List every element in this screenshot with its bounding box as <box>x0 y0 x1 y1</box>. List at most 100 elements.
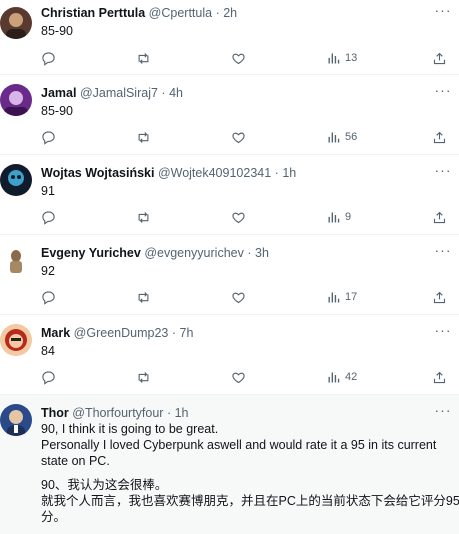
reply-header: Christian Perttula @Cperttula · 2h <box>41 4 237 22</box>
like-icon <box>232 292 245 303</box>
author-name[interactable]: Evgeny Yurichev <box>41 246 141 260</box>
share-icon <box>433 131 446 143</box>
views-button[interactable]: 42 <box>326 367 357 387</box>
timestamp[interactable]: 1h <box>175 406 189 420</box>
reply-text-line: 分。 <box>41 510 67 524</box>
reply-text: 84 <box>41 343 55 359</box>
retweet-icon <box>138 52 149 64</box>
reply-header: Evgeny Yurichev @evgenyyurichev · 3h <box>41 244 269 262</box>
author-handle[interactable]: @Cperttula <box>149 6 212 20</box>
retweet-button[interactable] <box>136 48 151 68</box>
like-icon <box>232 372 245 383</box>
retweet-icon <box>138 291 149 303</box>
author-name[interactable]: Mark <box>41 326 70 340</box>
reply-header: Thor @Thorfourtyfour · 1h <box>41 404 189 422</box>
reply-item[interactable]: Mark @GreenDump23 · 7h ··· 84 42 <box>0 315 459 395</box>
views-icon <box>328 53 340 63</box>
reply-item[interactable]: Jamal @JamalSiraj7 · 4h ··· 85-90 56 <box>0 75 459 155</box>
reply-text-line: 84 <box>41 344 55 358</box>
views-button[interactable]: 9 <box>326 207 351 227</box>
timestamp[interactable]: 3h <box>255 246 269 260</box>
views-button[interactable]: 13 <box>326 48 357 68</box>
author-handle[interactable]: @GreenDump23 <box>74 326 169 340</box>
replies-feed: Christian Perttula @Cperttula · 2h ··· 8… <box>0 0 459 534</box>
share-button[interactable] <box>432 127 447 147</box>
author-handle[interactable]: @Thorfourtyfour <box>72 406 163 420</box>
author-handle[interactable]: @JamalSiraj7 <box>80 86 158 100</box>
like-button[interactable] <box>231 48 246 68</box>
views-count: 17 <box>345 291 358 303</box>
reply-button[interactable] <box>41 287 56 307</box>
author-name[interactable]: Christian Perttula <box>41 6 145 20</box>
reply-header: Jamal @JamalSiraj7 · 4h <box>41 84 183 102</box>
share-icon <box>433 291 446 303</box>
author-name[interactable]: Wojtas Wojtasiński <box>41 166 154 180</box>
retweet-button[interactable] <box>136 127 151 147</box>
reply-button[interactable] <box>41 48 56 68</box>
more-horizontal-icon[interactable]: ··· <box>433 83 453 101</box>
avatar[interactable] <box>0 324 32 356</box>
more-horizontal-icon[interactable]: ··· <box>433 403 453 421</box>
reply-icon <box>42 370 55 385</box>
retweet-button[interactable] <box>136 367 151 387</box>
avatar[interactable] <box>0 84 32 116</box>
author-handle[interactable]: @evgenyyurichev <box>144 246 244 260</box>
reply-button[interactable] <box>41 127 56 147</box>
avatar[interactable] <box>0 7 32 39</box>
reply-text: 85-90 <box>41 103 73 119</box>
separator-dot: · <box>247 246 252 260</box>
views-icon <box>328 212 340 222</box>
separator-dot: · <box>274 166 279 180</box>
reply-header: Wojtas Wojtasiński @Wojtek409102341 · 1h <box>41 164 296 182</box>
share-icon <box>433 371 446 383</box>
reply-text: 91 <box>41 183 55 199</box>
views-button[interactable]: 17 <box>326 287 357 307</box>
timestamp[interactable]: 4h <box>169 86 183 100</box>
more-horizontal-icon[interactable]: ··· <box>433 243 453 261</box>
timestamp[interactable]: 2h <box>223 6 237 20</box>
more-horizontal-icon[interactable]: ··· <box>433 163 453 181</box>
retweet-button[interactable] <box>136 287 151 307</box>
timestamp[interactable]: 1h <box>282 166 296 180</box>
like-icon <box>232 212 245 223</box>
share-button[interactable] <box>432 367 447 387</box>
views-count: 13 <box>345 52 358 64</box>
more-horizontal-icon[interactable]: ··· <box>433 3 453 21</box>
author-handle[interactable]: @Wojtek409102341 <box>158 166 271 180</box>
reply-button[interactable] <box>41 207 56 227</box>
like-button[interactable] <box>231 367 246 387</box>
reply-text-line: 就我个人而言，我也喜欢赛博朋克，并且在PC上的当前状态下会给它评分95 <box>41 494 459 508</box>
more-horizontal-icon[interactable]: ··· <box>433 323 453 341</box>
action-bar: 42 <box>34 367 454 387</box>
retweet-button[interactable] <box>136 207 151 227</box>
reply-text-line: 91 <box>41 184 55 198</box>
reply-text-line: 85-90 <box>41 104 73 118</box>
author-name[interactable]: Thor <box>41 406 69 420</box>
like-button[interactable] <box>231 207 246 227</box>
views-icon <box>328 372 340 382</box>
avatar[interactable] <box>0 404 32 436</box>
reply-text: 92 <box>41 263 55 279</box>
reply-button[interactable] <box>41 367 56 387</box>
reply-item[interactable]: Evgeny Yurichev @evgenyyurichev · 3h ···… <box>0 235 459 315</box>
reply-item[interactable]: Thor @Thorfourtyfour · 1h ··· 90, I thin… <box>0 395 459 534</box>
views-button[interactable]: 56 <box>326 127 357 147</box>
share-button[interactable] <box>432 207 447 227</box>
reply-icon <box>42 210 55 225</box>
separator-dot: · <box>161 86 166 100</box>
views-count: 42 <box>345 371 358 383</box>
reply-item[interactable]: Wojtas Wojtasiński @Wojtek409102341 · 1h… <box>0 155 459 235</box>
share-button[interactable] <box>432 287 447 307</box>
avatar[interactable] <box>0 244 32 276</box>
views-count: 56 <box>345 131 358 143</box>
avatar[interactable] <box>0 164 32 196</box>
share-icon <box>433 52 446 64</box>
reply-item[interactable]: Christian Perttula @Cperttula · 2h ··· 8… <box>0 0 459 75</box>
reply-text-line: Personally I loved Cyberpunk aswell and … <box>41 438 437 452</box>
share-button[interactable] <box>432 48 447 68</box>
like-button[interactable] <box>231 287 246 307</box>
action-bar: 9 <box>34 207 454 227</box>
timestamp[interactable]: 7h <box>180 326 194 340</box>
like-button[interactable] <box>231 127 246 147</box>
author-name[interactable]: Jamal <box>41 86 76 100</box>
